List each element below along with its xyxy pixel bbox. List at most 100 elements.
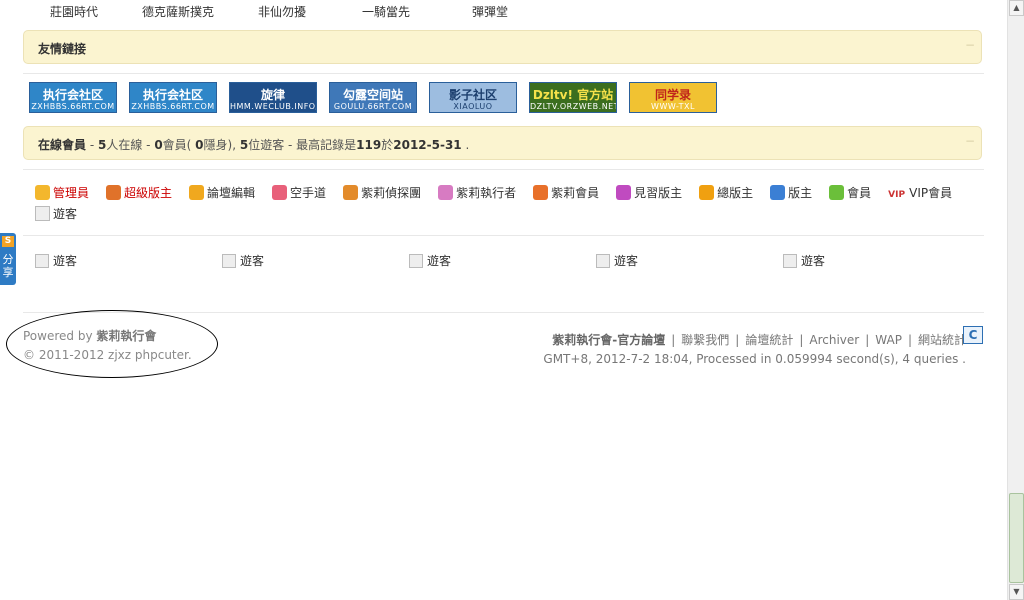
legend-label: 版主	[788, 186, 813, 200]
collapse-toggle-icon[interactable]: −	[965, 134, 975, 148]
general-moderator-icon	[699, 185, 715, 200]
legend-item[interactable]: 版主	[770, 183, 812, 204]
legend-item[interactable]: 論壇編輯	[189, 183, 255, 204]
legend-label: 總版主	[717, 186, 754, 200]
online-summary: 在線會員 - 5人在線 - 0會員( 0隱身), 5位遊客 - 最高記錄是119…	[38, 138, 470, 152]
forum-link[interactable]: 德克薩斯撲克	[142, 3, 214, 20]
legend-label: 遊客	[53, 207, 78, 221]
guest-avatar-icon	[783, 254, 797, 268]
guest-avatar-icon	[35, 254, 49, 268]
scroll-thumb[interactable]	[1009, 493, 1024, 583]
user-group-legend: 管理員 超級版主 論壇編輯 空手道 紫莉偵探團 紫莉執行者 紫莉會員 見習版主 總版主 版主 會員 V…	[35, 183, 970, 225]
banner-link[interactable]: 同学录 WWW-TXL	[629, 82, 717, 113]
online-members-header: 在線會員 - 5人在線 - 0會員( 0隱身), 5位遊客 - 最高記錄是119…	[23, 126, 982, 160]
share-label: 分享	[2, 253, 14, 279]
cnzz-stats-icon[interactable]: C	[963, 326, 983, 344]
banner-link[interactable]: 执行会社区 ZXHBBS.66RT.COM	[129, 82, 217, 113]
banner-title: Dzltv! 官方站	[532, 88, 614, 102]
banner-link[interactable]: Dzltv! 官方站 DZLTV.ORZWEB.NET	[529, 82, 617, 113]
banner-title: 同学录	[654, 88, 691, 102]
banner-subtitle: WWW-TXL	[651, 102, 695, 111]
guest-label: 遊客	[53, 254, 78, 268]
guest-label: 遊客	[240, 254, 265, 268]
site-stats-link[interactable]: 網站統計	[918, 333, 966, 347]
archiver-link[interactable]: Archiver	[809, 333, 859, 347]
banner-subtitle: GOULU.66RT.COM	[333, 102, 413, 111]
admin-icon	[35, 185, 50, 200]
forum-link[interactable]: 非仙勿擾	[258, 3, 306, 20]
online-guest[interactable]: 遊客	[35, 252, 77, 269]
legend-item[interactable]: 會員	[829, 183, 871, 204]
member-icon	[533, 185, 549, 200]
banner-title: 勾露空间站	[342, 88, 403, 102]
annotation-oval	[6, 310, 218, 378]
guest-label: 遊客	[801, 254, 826, 268]
banner-subtitle: ZXHBBS.66RT.COM	[131, 102, 215, 111]
karate-icon	[272, 185, 288, 200]
detective-icon	[343, 185, 359, 200]
online-guest[interactable]: 遊客	[409, 252, 451, 269]
trainee-moderator-icon	[616, 185, 632, 200]
legend-item[interactable]: 遊客	[35, 204, 77, 225]
guest-label: 遊客	[427, 254, 452, 268]
banner-link[interactable]: 旋律 HMM.WECLUB.INFO/	[229, 82, 317, 113]
online-title: 在線會員	[38, 138, 87, 152]
banner-link[interactable]: 影子社区 XIAOLUO	[429, 82, 517, 113]
banner-link[interactable]: 勾露空间站 GOULU.66RT.COM	[329, 82, 417, 113]
forum-link[interactable]: 莊園時代	[50, 3, 98, 20]
share-logo-icon: S	[2, 236, 14, 247]
legend-item[interactable]: VIP VIP會員	[888, 183, 952, 204]
forum-link[interactable]: 一騎當先	[362, 3, 410, 20]
legend-label: 管理員	[53, 186, 90, 200]
legend-label: 紫莉會員	[551, 186, 600, 200]
friendly-links-header: 友情鏈接 −	[23, 30, 982, 64]
collapse-toggle-icon[interactable]: −	[965, 38, 975, 52]
legend-item[interactable]: 紫莉執行者	[438, 183, 516, 204]
banner-title: 执行会社区	[42, 88, 103, 102]
site-name-link[interactable]: 紫莉執行會-官方論壇	[552, 333, 665, 347]
stats-link[interactable]: 論壇統計	[745, 333, 793, 347]
share-tab[interactable]: S 分享	[0, 233, 16, 285]
scroll-down-icon[interactable]: ▼	[1009, 584, 1024, 600]
online-guest[interactable]: 遊客	[783, 252, 825, 269]
legend-item[interactable]: 紫莉偵探團	[343, 183, 421, 204]
scroll-up-icon[interactable]: ▲	[1009, 0, 1024, 16]
guest-label: 遊客	[614, 254, 639, 268]
legend-label: 見習版主	[634, 186, 683, 200]
legend-item[interactable]: 紫莉會員	[533, 183, 599, 204]
online-guest[interactable]: 遊客	[222, 252, 264, 269]
guest-avatar-icon	[222, 254, 236, 268]
banner-title: 影子社区	[448, 88, 497, 102]
forum-link[interactable]: 彈彈堂	[472, 3, 508, 20]
banner-subtitle: DZLTV.ORZWEB.NET	[530, 102, 617, 111]
legend-label: VIP會員	[909, 186, 953, 200]
guest-avatar-icon	[596, 254, 610, 268]
legend-label: 會員	[847, 186, 872, 200]
super-moderator-icon	[106, 185, 122, 200]
guest-avatar-icon	[409, 254, 423, 268]
banner-link[interactable]: 执行会社区 ZXHBBS.66RT.COM	[29, 82, 117, 113]
moderator-icon	[770, 185, 786, 200]
legend-item[interactable]: 超級版主	[106, 183, 172, 204]
editor-icon	[189, 185, 205, 200]
divider	[23, 235, 984, 236]
banner-subtitle: XIAOLUO	[453, 102, 493, 111]
executor-icon	[438, 185, 454, 200]
divider	[23, 169, 984, 170]
online-guest[interactable]: 遊客	[596, 252, 638, 269]
legend-item[interactable]: 總版主	[699, 183, 753, 204]
legend-item[interactable]: 管理員	[35, 183, 89, 204]
banner-title: 执行会社区	[142, 88, 203, 102]
banner-title: 旋律	[260, 88, 285, 102]
legend-item[interactable]: 見習版主	[616, 183, 682, 204]
legend-label: 紫莉偵探團	[361, 186, 422, 200]
banner-subtitle: ZXHBBS.66RT.COM	[31, 102, 115, 111]
contact-link[interactable]: 聯繫我們	[681, 333, 729, 347]
vertical-scrollbar[interactable]: ▲ ▼	[1007, 0, 1024, 600]
divider	[23, 312, 984, 313]
legend-label: 論壇編輯	[207, 186, 256, 200]
wap-link[interactable]: WAP	[875, 333, 902, 347]
legend-item[interactable]: 空手道	[272, 183, 326, 204]
footer-links: 紫莉執行會-官方論壇 | 聯繫我們 | 論壇統計 | Archiver | WAP | 網站統計 G…	[543, 331, 966, 369]
user-icon	[829, 185, 845, 200]
